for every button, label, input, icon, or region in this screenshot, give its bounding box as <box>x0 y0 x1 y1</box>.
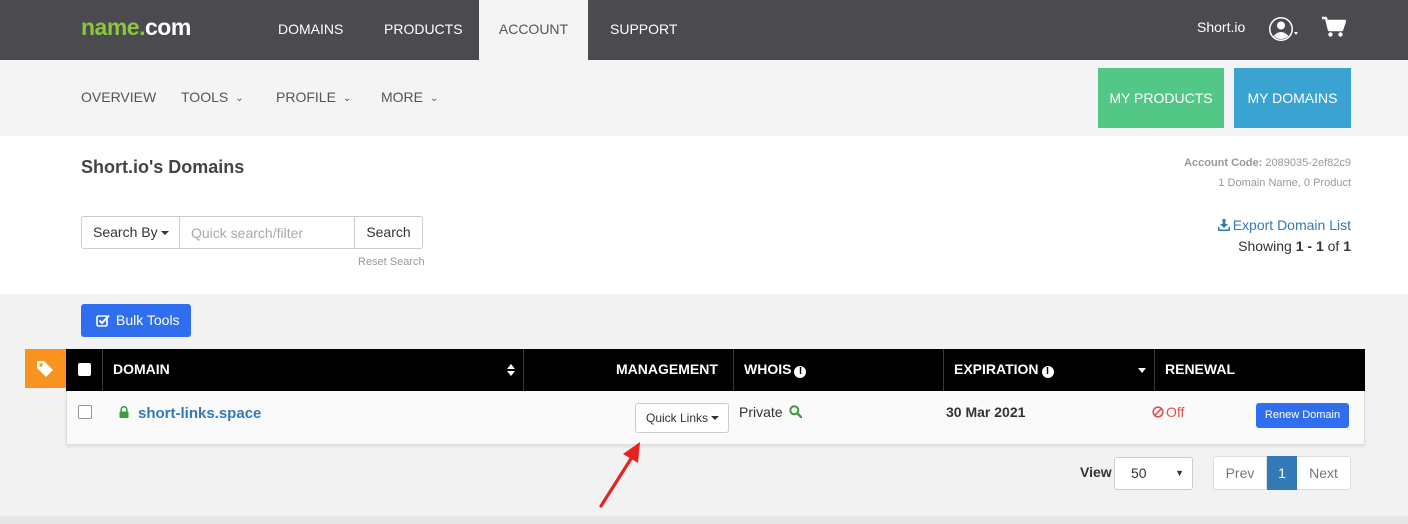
lock-icon <box>119 406 129 418</box>
next-page-button[interactable]: Next <box>1297 456 1351 490</box>
logo-com: com <box>144 14 191 40</box>
header-expiration[interactable]: EXPIRATION i <box>954 349 1054 391</box>
my-domains-button[interactable]: MY DOMAINS <box>1234 68 1351 128</box>
account-code: Account Code: 2089035-2ef82c9 <box>1184 157 1351 169</box>
search-by-dropdown[interactable]: Search By <box>81 216 180 249</box>
subnav-profile[interactable]: PROFILE ⌄ <box>276 89 351 105</box>
subnav-overview-label: OVERVIEW <box>81 89 157 105</box>
current-page-button[interactable]: 1 <box>1267 456 1297 490</box>
search-button[interactable]: Search <box>355 216 423 249</box>
showing-count: Showing 1 - 1 of 1 <box>1238 238 1351 254</box>
nav-account[interactable]: ACCOUNT <box>479 0 588 60</box>
my-products-button[interactable]: MY PRODUCTS <box>1098 68 1224 128</box>
header-expiration-label: EXPIRATION <box>954 361 1039 377</box>
annotation-arrow-icon <box>599 442 640 508</box>
view-label: View <box>1080 464 1112 480</box>
table-row: short-links.space Quick Links Private 30… <box>66 391 1365 445</box>
tag-icon <box>37 361 53 377</box>
subnav-profile-label: PROFILE <box>276 89 336 105</box>
domain-link[interactable]: short-links.space <box>138 405 261 422</box>
renew-domain-button[interactable]: Renew Domain <box>1256 403 1349 428</box>
caret-down-icon <box>160 231 169 235</box>
quick-links-label: Quick Links <box>646 411 709 425</box>
header-management: MANAGEMENT <box>616 361 718 377</box>
bulk-tools-button[interactable]: Bulk Tools <box>81 304 191 337</box>
export-domain-list-link[interactable]: Export Domain List <box>1217 217 1351 233</box>
download-icon <box>1217 219 1230 231</box>
tags-toggle[interactable] <box>25 349 66 388</box>
table-header: DOMAIN MANAGEMENT WHOIS i EXPIRATION i REN… <box>66 349 1365 391</box>
nav-domains[interactable]: DOMAINS <box>256 0 365 60</box>
top-navbar: name.com DOMAINS PRODUCTS ACCOUNT SUPPOR… <box>0 0 1408 60</box>
reset-search-link[interactable]: Reset Search <box>358 256 425 268</box>
chevron-down-icon: ⌄ <box>235 93 244 104</box>
whois-value: Private <box>739 404 783 420</box>
per-page-select[interactable]: 50 ▼ <box>1114 457 1193 490</box>
search-input[interactable] <box>180 216 355 249</box>
bottom-divider <box>0 516 1408 524</box>
column-divider <box>943 349 944 391</box>
expiration-date: 30 Mar 2021 <box>946 404 1026 420</box>
showing-prefix: Showing <box>1238 238 1292 254</box>
chevron-down-icon: ⌄ <box>342 93 352 104</box>
subnav-tools[interactable]: TOOLS ⌄ <box>181 89 244 105</box>
subnav-overview[interactable]: OVERVIEW <box>81 89 156 105</box>
auto-renew-status[interactable]: Off <box>1152 404 1184 420</box>
column-divider <box>102 349 103 391</box>
caret-down-icon: ▼ <box>1175 468 1184 478</box>
showing-total: 1 <box>1343 238 1351 254</box>
account-code-value: 2089035-2ef82c9 <box>1265 157 1351 169</box>
subnav-more[interactable]: MORE ⌄ <box>381 89 438 105</box>
logo-name: name <box>81 14 140 40</box>
chevron-down-icon: ⌄ <box>430 93 439 104</box>
sort-icon[interactable] <box>507 364 515 376</box>
row-checkbox[interactable] <box>78 405 92 419</box>
header-renewal: RENEWAL <box>1165 361 1235 377</box>
column-divider <box>733 349 734 391</box>
header-domain-label: DOMAIN <box>113 361 170 377</box>
quick-links-dropdown[interactable]: Quick Links <box>635 403 729 433</box>
sort-desc-icon[interactable] <box>1138 368 1146 373</box>
ban-icon <box>1152 406 1164 418</box>
showing-of: of <box>1327 238 1340 254</box>
site-logo[interactable]: name.com <box>81 14 191 41</box>
search-group: Search By Search <box>81 216 423 249</box>
page-title: Short.io's Domains <box>81 157 245 177</box>
account-code-label: Account Code: <box>1184 157 1263 169</box>
nav-products[interactable]: PRODUCTS <box>362 0 485 60</box>
header-whois: WHOIS i <box>744 349 807 391</box>
bulk-tools-label: Bulk Tools <box>116 312 180 328</box>
subnav-more-label: MORE <box>381 89 423 105</box>
whois-status: Private <box>739 404 803 420</box>
caret-down-icon <box>711 416 720 420</box>
account-summary: 1 Domain Name, 0 Product <box>1218 177 1351 189</box>
header-domain[interactable]: DOMAIN <box>113 349 170 391</box>
pagination: Prev 1 Next <box>1213 456 1351 490</box>
header-whois-label: WHOIS <box>744 361 792 377</box>
showing-range: 1 - 1 <box>1295 238 1324 254</box>
check-square-icon <box>96 314 110 327</box>
column-divider <box>523 349 524 391</box>
select-all-checkbox[interactable] <box>78 363 91 376</box>
search-icon[interactable] <box>789 405 803 419</box>
user-avatar-icon[interactable] <box>1268 14 1298 44</box>
prev-page-button[interactable]: Prev <box>1213 456 1267 490</box>
subnav-tools-label: TOOLS <box>181 89 229 105</box>
search-by-label: Search By <box>93 224 158 240</box>
auto-renew-label: Off <box>1166 404 1185 420</box>
column-divider <box>1154 349 1155 391</box>
nav-support[interactable]: SUPPORT <box>588 0 699 60</box>
top-user-name[interactable]: Short.io <box>1197 19 1245 35</box>
info-icon[interactable]: i <box>1041 366 1054 378</box>
info-icon[interactable]: i <box>794 366 807 378</box>
per-page-value: 50 <box>1131 465 1147 481</box>
export-label: Export Domain List <box>1232 217 1351 233</box>
cart-icon[interactable] <box>1322 16 1346 38</box>
